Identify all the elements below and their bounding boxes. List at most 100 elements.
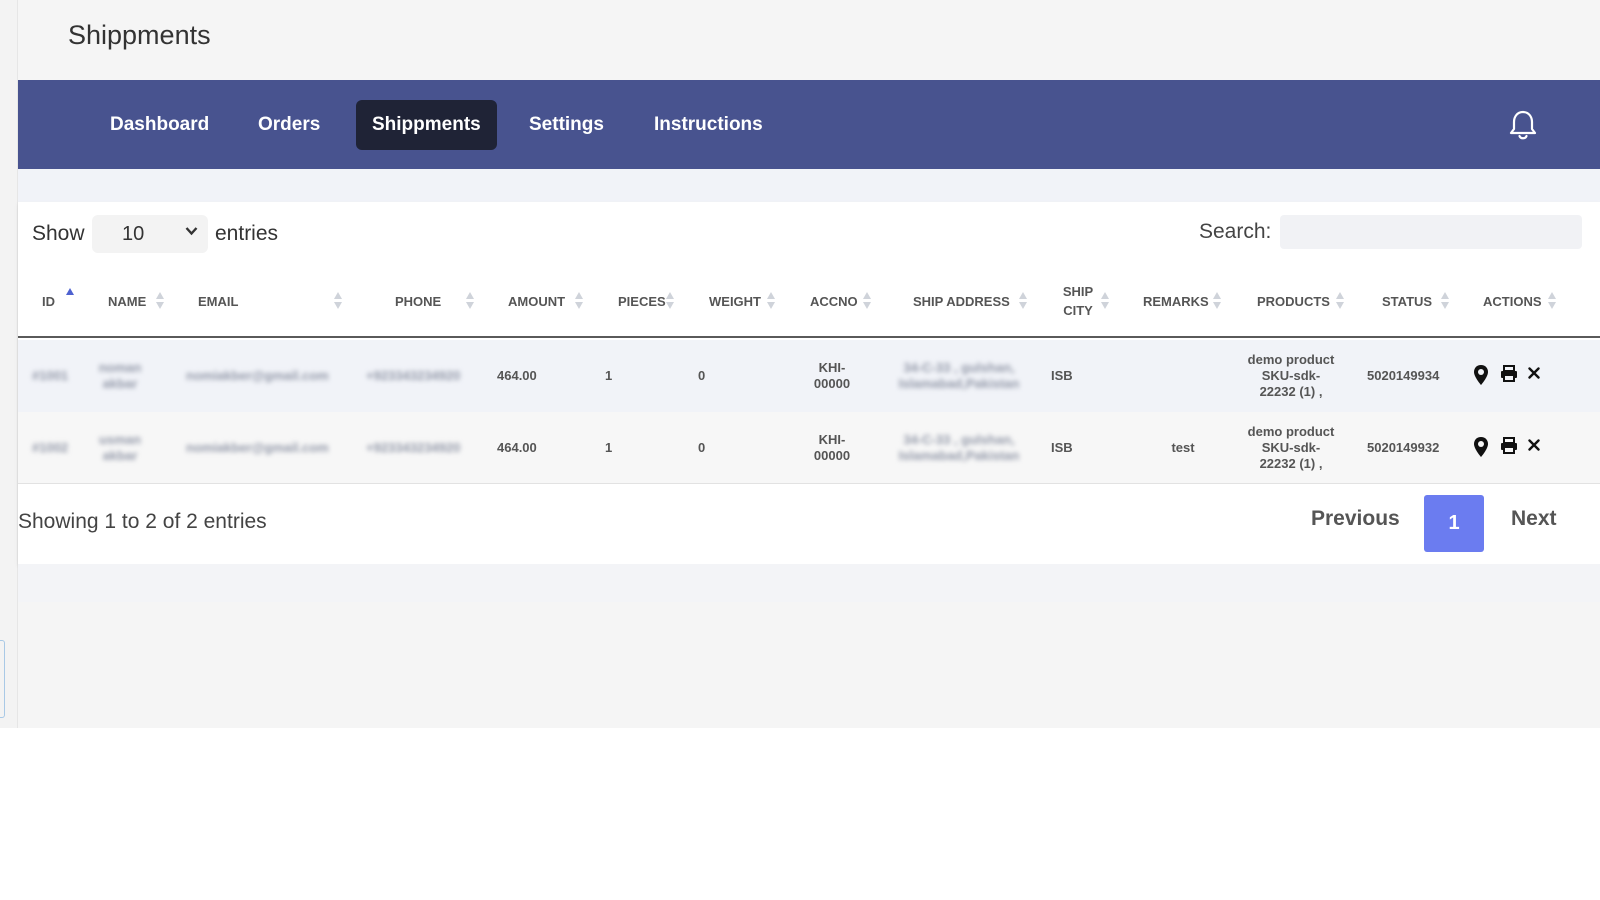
- nav-shippments[interactable]: Shippments: [356, 100, 497, 150]
- header-ship-city-line2: CITY: [1063, 303, 1093, 318]
- cell-phone: +923343234920: [366, 440, 461, 455]
- header-actions[interactable]: ACTIONS: [1483, 294, 1542, 309]
- header-ship-city[interactable]: SHIP CITY: [1060, 282, 1096, 320]
- nav-settings[interactable]: Settings: [513, 100, 620, 150]
- cell-ship-address: 34-C-33 , gulshan, Islamabad,Pakistan: [891, 360, 1027, 392]
- cell-name-line1: noman: [98, 360, 142, 375]
- header-status[interactable]: STATUS: [1382, 294, 1432, 309]
- sort-icon[interactable]: [666, 292, 674, 310]
- app-window: Shippments Dashboard Orders Shippments S…: [0, 0, 1600, 728]
- table-row: #1001 noman akbar nomiakber@gmail.com +9…: [18, 340, 1600, 412]
- header-ship-city-line1: SHIP: [1062, 284, 1094, 299]
- header-name[interactable]: NAME: [108, 294, 146, 309]
- header-id[interactable]: ID: [42, 294, 55, 309]
- close-icon[interactable]: [1528, 367, 1540, 379]
- content-band: [18, 169, 1600, 202]
- page-size-select[interactable]: 10: [92, 215, 208, 253]
- cell-status: 5020149934: [1367, 368, 1440, 383]
- cell-name: noman akbar: [90, 360, 150, 392]
- cell-accno-line2: 00000: [813, 376, 851, 391]
- page-title: Shippments: [68, 20, 211, 50]
- cell-id: #1001: [32, 368, 69, 383]
- cell-weight: 0: [698, 368, 706, 383]
- close-icon[interactable]: [1528, 439, 1540, 451]
- header-weight[interactable]: WEIGHT: [709, 294, 761, 309]
- header-email[interactable]: EMAIL: [198, 294, 238, 309]
- sort-icon[interactable]: [466, 292, 474, 310]
- shipments-table-card: Show 10 entries Search: ID NAME EMAIL PH…: [18, 202, 1600, 564]
- cell-accno-line2: 00000: [813, 448, 851, 463]
- cell-products-line1: demo product: [1247, 424, 1335, 439]
- map-pin-icon[interactable]: [1473, 364, 1489, 386]
- sort-icon[interactable]: [1548, 292, 1556, 310]
- cell-weight: 0: [698, 440, 706, 455]
- cell-name-line1: usman: [99, 432, 141, 447]
- header-pieces[interactable]: PIECES: [618, 294, 666, 309]
- cell-id: #1002: [32, 440, 69, 455]
- cell-name: usman akbar: [90, 432, 150, 464]
- header-remarks[interactable]: REMARKS: [1143, 294, 1209, 309]
- cell-address-line1: 34-C-33 , gulshan,: [903, 432, 1015, 447]
- cell-accno: KHI- 00000: [802, 360, 862, 392]
- sort-icon[interactable]: [863, 292, 871, 310]
- sort-asc-icon[interactable]: [66, 288, 74, 306]
- sort-icon[interactable]: [1441, 292, 1449, 310]
- sort-icon[interactable]: [156, 292, 164, 310]
- cell-address-line1: 34-C-33 , gulshan,: [903, 360, 1015, 375]
- cell-email: nomiakber@gmail.com: [186, 368, 329, 383]
- cell-products-line2: SKU-sdk-: [1261, 368, 1321, 383]
- cell-accno-line1: KHI-: [818, 432, 846, 447]
- cell-products: demo product SKU-sdk- 22232 (1) ,: [1236, 352, 1346, 400]
- cell-products: demo product SKU-sdk- 22232 (1) ,: [1236, 424, 1346, 472]
- header-accno[interactable]: ACCNO: [810, 294, 858, 309]
- cell-pieces: 1: [605, 440, 613, 455]
- header-products[interactable]: PRODUCTS: [1257, 294, 1330, 309]
- printer-icon[interactable]: [1500, 437, 1518, 454]
- cell-name-line2: akbar: [102, 376, 138, 391]
- table-header: ID NAME EMAIL PHONE AMOUNT PIECES WEIGHT…: [18, 268, 1600, 338]
- map-pin-icon[interactable]: [1473, 436, 1489, 458]
- cell-phone: +923343234920: [366, 368, 461, 383]
- sort-icon[interactable]: [1101, 292, 1109, 310]
- nav-instructions[interactable]: Instructions: [638, 100, 779, 150]
- page-size-value: 10: [122, 223, 145, 245]
- page-1-button[interactable]: 1: [1424, 495, 1484, 552]
- bell-icon[interactable]: [1508, 108, 1538, 142]
- sort-icon[interactable]: [1336, 292, 1344, 310]
- cell-amount: 464.00: [497, 440, 537, 455]
- cell-email: nomiakber@gmail.com: [186, 440, 329, 455]
- previous-button[interactable]: Previous: [1311, 507, 1400, 531]
- table-row: #1002 usman akbar nomiakber@gmail.com +9…: [18, 412, 1600, 484]
- header-phone[interactable]: PHONE: [395, 294, 441, 309]
- left-sidebar-edge: [0, 0, 18, 728]
- cell-pieces: 1: [605, 368, 613, 383]
- chevron-down-icon: [185, 223, 198, 240]
- entries-label: entries: [215, 222, 279, 245]
- next-button[interactable]: Next: [1511, 507, 1557, 531]
- cell-address-line2: Islamabad,Pakistan: [898, 448, 1020, 463]
- cell-city: ISB: [1051, 440, 1073, 455]
- nav-orders[interactable]: Orders: [242, 100, 336, 150]
- header-ship-address[interactable]: SHIP ADDRESS: [913, 294, 1010, 309]
- cell-products-line2: SKU-sdk-: [1261, 440, 1321, 455]
- sort-icon[interactable]: [334, 292, 342, 310]
- cell-city: ISB: [1051, 368, 1073, 383]
- cell-status: 5020149932: [1367, 440, 1440, 455]
- sort-icon[interactable]: [1213, 292, 1221, 310]
- cell-products-line3: 22232 (1) ,: [1259, 384, 1323, 399]
- sort-icon[interactable]: [575, 292, 583, 310]
- sort-icon[interactable]: [767, 292, 775, 310]
- search-label: Search:: [1199, 220, 1272, 243]
- header-amount[interactable]: AMOUNT: [508, 294, 565, 309]
- show-label: Show: [32, 222, 85, 245]
- printer-icon[interactable]: [1500, 365, 1518, 382]
- cell-ship-address: 34-C-33 , gulshan, Islamabad,Pakistan: [891, 432, 1027, 464]
- search-input[interactable]: [1280, 215, 1582, 249]
- cell-products-line1: demo product: [1247, 352, 1335, 367]
- left-edge-tab[interactable]: [0, 640, 5, 718]
- sort-icon[interactable]: [1019, 292, 1027, 310]
- cell-amount: 464.00: [497, 368, 537, 383]
- cell-name-line2: akbar: [102, 448, 138, 463]
- content-band-bottom: [18, 564, 1600, 602]
- nav-dashboard[interactable]: Dashboard: [94, 100, 225, 150]
